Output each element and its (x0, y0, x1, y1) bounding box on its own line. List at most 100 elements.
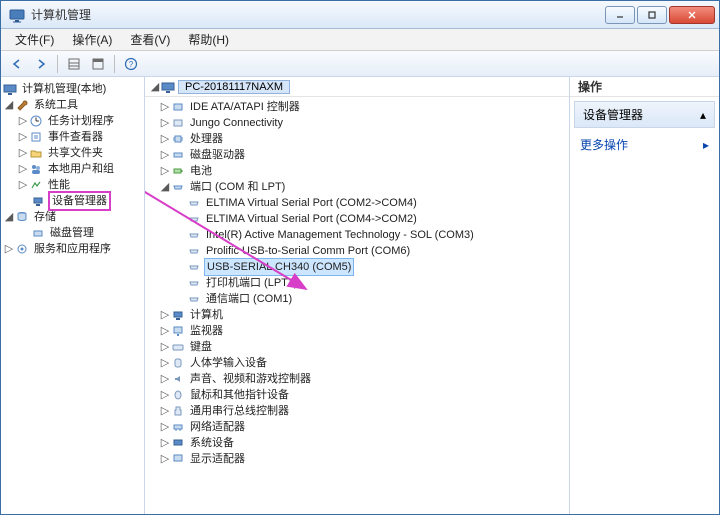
toolbar-properties-icon[interactable] (88, 54, 108, 74)
menu-action[interactable]: 操作(A) (64, 29, 120, 50)
dev-ports[interactable]: ◢ 端口 (COM 和 LPT) (145, 179, 569, 195)
left-storage[interactable]: ◢存储 (3, 209, 142, 225)
expand-icon[interactable]: ▷ (159, 371, 171, 387)
expand-icon[interactable]: ▷ (159, 115, 171, 131)
menu-help[interactable]: 帮助(H) (180, 29, 237, 50)
dev-ide[interactable]: ▷ IDE ATA/ATAPI 控制器 (145, 99, 569, 115)
port-item[interactable]: Prolific USB-to-Serial Comm Port (COM6) (145, 243, 569, 259)
system-icon (171, 436, 185, 450)
menu-view[interactable]: 查看(V) (122, 29, 178, 50)
left-root[interactable]: 计算机管理(本地) (3, 81, 142, 97)
expand-icon[interactable]: ▷ (159, 339, 171, 355)
left-tree[interactable]: 计算机管理(本地) ◢ 系统工具 ▷任务计划程序 ▷ 事件查看器 ▷ 共享文件夹 (3, 81, 142, 257)
menu-file[interactable]: 文件(F) (7, 29, 62, 50)
dev-processor[interactable]: ▷处理器 (145, 131, 569, 147)
dev-mouse[interactable]: ▷鼠标和其他指针设备 (145, 387, 569, 403)
left-system-tools-label: 系统工具 (32, 97, 80, 113)
port-item-ch340[interactable]: USB-SERIAL CH340 (COM5) (145, 259, 569, 275)
expand-icon[interactable]: ▷ (159, 163, 171, 179)
expand-icon[interactable]: ▷ (159, 131, 171, 147)
dev-display[interactable]: ▷显示适配器 (145, 451, 569, 467)
dev-hid[interactable]: ▷ 人体学输入设备 (145, 355, 569, 371)
label: 共享文件夹 (46, 145, 105, 161)
collapse-icon[interactable]: ◢ (3, 97, 15, 113)
expand-icon[interactable]: ▷ (159, 419, 171, 435)
port-icon (171, 180, 185, 194)
label: 网络适配器 (188, 419, 247, 435)
port-item[interactable]: 打印机端口 (LPT1) (145, 275, 569, 291)
dev-computer[interactable]: ▷计算机 (145, 307, 569, 323)
left-event-viewer[interactable]: ▷ 事件查看器 (3, 129, 142, 145)
dev-network[interactable]: ▷ 网络适配器 (145, 419, 569, 435)
port-item[interactable]: 通信端口 (COM1) (145, 291, 569, 307)
right-more-label: 更多操作 (580, 136, 628, 153)
display-icon (171, 452, 185, 466)
port-item[interactable]: ELTIMA Virtual Serial Port (COM4->COM2) (145, 211, 569, 227)
expand-icon[interactable]: ▷ (17, 145, 29, 161)
expand-icon[interactable]: ▷ (3, 241, 15, 257)
collapse-icon[interactable]: ◢ (3, 209, 15, 225)
forward-button[interactable] (31, 54, 51, 74)
expand-icon[interactable]: ▷ (159, 147, 171, 163)
toolbar-view-icon[interactable] (64, 54, 84, 74)
dev-disk-drive[interactable]: ▷磁盘驱动器 (145, 147, 569, 163)
dev-jungo[interactable]: ▷Jungo Connectivity (145, 115, 569, 131)
label: 端口 (COM 和 LPT) (188, 179, 287, 195)
expand-icon[interactable]: ▷ (159, 451, 171, 467)
expand-icon[interactable]: ▷ (159, 387, 171, 403)
keyboard-icon (171, 340, 185, 354)
left-disk-mgmt[interactable]: 磁盘管理 (3, 225, 142, 241)
left-shared-folders[interactable]: ▷ 共享文件夹 (3, 145, 142, 161)
mid-header-label[interactable]: PC-20181117NAXM (178, 80, 290, 94)
label: 人体学输入设备 (188, 355, 269, 371)
left-device-manager[interactable]: 设备管理器 (3, 193, 142, 209)
dev-monitor[interactable]: ▷监视器 (145, 323, 569, 339)
dev-system[interactable]: ▷系统设备 (145, 435, 569, 451)
label: 服务和应用程序 (32, 241, 113, 257)
maximize-button[interactable] (637, 6, 667, 24)
label: 事件查看器 (46, 129, 105, 145)
right-more-actions[interactable]: 更多操作 ▸ (570, 132, 719, 157)
expand-icon[interactable]: ▷ (17, 161, 29, 177)
expand-icon[interactable]: ▷ (159, 355, 171, 371)
com-port-icon (187, 292, 201, 306)
expand-icon[interactable]: ▷ (159, 435, 171, 451)
expand-icon[interactable]: ▷ (159, 99, 171, 115)
left-local-users[interactable]: ▷本地用户和组 (3, 161, 142, 177)
expand-icon[interactable]: ▷ (17, 177, 29, 193)
port-item[interactable]: Intel(R) Active Management Technology - … (145, 227, 569, 243)
right-pane: 操作 设备管理器 ▴ 更多操作 ▸ (570, 77, 719, 514)
collapse-icon[interactable]: ◢ (159, 179, 171, 195)
dev-battery[interactable]: ▷电池 (145, 163, 569, 179)
label: ELTIMA Virtual Serial Port (COM4->COM2) (204, 211, 419, 227)
left-task-scheduler[interactable]: ▷任务计划程序 (3, 113, 142, 129)
toolbar-help-icon[interactable]: ? (121, 54, 141, 74)
com-port-icon (187, 244, 201, 258)
minimize-button[interactable] (605, 6, 635, 24)
battery-icon (171, 164, 185, 178)
expand-icon[interactable]: ▷ (159, 323, 171, 339)
expand-icon[interactable]: ▷ (17, 129, 29, 145)
left-system-tools[interactable]: ◢ 系统工具 (3, 97, 142, 113)
middle-pane: ◢ PC-20181117NAXM ▷ IDE ATA/ATAPI 控制器 ▷Ju… (145, 77, 570, 514)
collapse-icon[interactable]: ◢ (149, 80, 161, 93)
left-services-apps[interactable]: ▷ 服务和应用程序 (3, 241, 142, 257)
expand-icon[interactable]: ▷ (159, 403, 171, 419)
expand-icon[interactable]: ▷ (17, 113, 29, 129)
label: IDE ATA/ATAPI 控制器 (188, 99, 302, 115)
com-port-icon (187, 260, 201, 274)
dev-sound[interactable]: ▷声音、视频和游戏控制器 (145, 371, 569, 387)
expand-icon[interactable]: ▷ (159, 307, 171, 323)
dev-keyboard[interactable]: ▷键盘 (145, 339, 569, 355)
com-port-icon (187, 276, 201, 290)
left-root-label: 计算机管理(本地) (20, 81, 108, 97)
right-section-device-mgr[interactable]: 设备管理器 ▴ (574, 101, 715, 128)
port-item[interactable]: ELTIMA Virtual Serial Port (COM2->COM4) (145, 195, 569, 211)
close-button[interactable] (669, 6, 715, 24)
label: Intel(R) Active Management Technology - … (204, 227, 476, 243)
back-button[interactable] (7, 54, 27, 74)
device-tree[interactable]: ▷ IDE ATA/ATAPI 控制器 ▷Jungo Connectivity ▷… (145, 97, 569, 469)
dev-usb-bus[interactable]: ▷通用串行总线控制器 (145, 403, 569, 419)
folder-icon (29, 146, 43, 160)
users-icon (29, 162, 43, 176)
